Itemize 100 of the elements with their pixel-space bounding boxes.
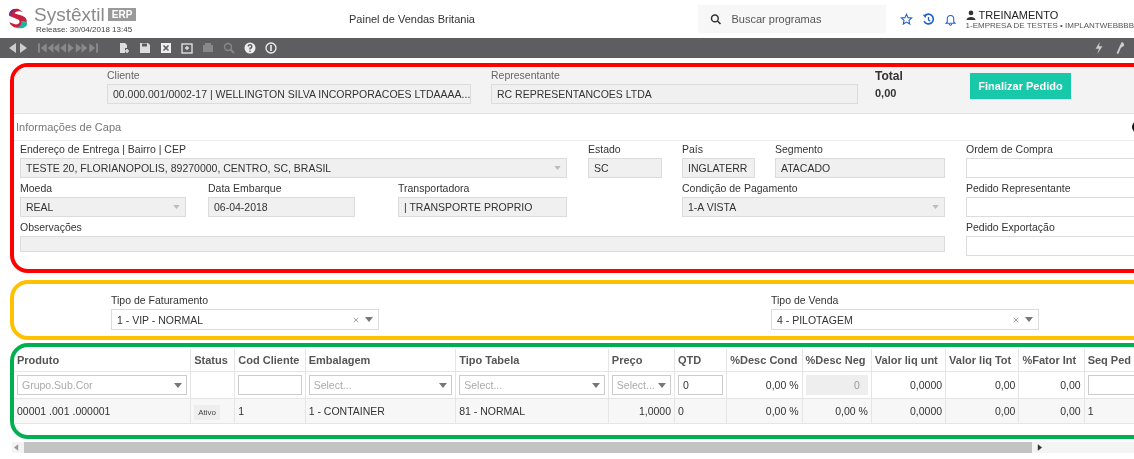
text-field[interactable]: 06-04-2018 [208,197,355,217]
field-label: Representante [491,69,561,82]
filter-value: 0,00 % [764,379,799,391]
field-label: Ordem de Compra [966,143,1054,156]
table-cell: 0 [678,405,684,417]
table-cell: 0,00 [1060,405,1081,417]
user-icon [965,9,976,20]
column-header[interactable]: Cod Cliente [234,349,306,372]
column-header[interactable]: Embalagem [305,349,456,372]
clear-icon[interactable] [1013,316,1019,323]
field-label: Tipo de Venda [771,294,840,307]
column-header[interactable]: Valor liq unt [871,349,946,372]
column-header[interactable]: Preço [608,349,675,372]
bell-icon[interactable] [943,12,957,26]
column-header[interactable]: Tipo Tabela [455,349,609,372]
field-label: Observações [20,221,83,234]
filter-input[interactable]: 0 [678,375,724,395]
select-field[interactable]: 1-A VISTA [682,197,945,217]
column-header[interactable]: QTD [674,349,727,372]
input-field[interactable] [966,236,1134,256]
help-icon[interactable] [244,42,256,54]
field-label: Pedido Exportação [966,221,1056,234]
clear-icon[interactable] [353,316,359,323]
caret-icon [1025,317,1033,322]
input-field[interactable] [966,158,1134,178]
release-date: Release: 30/04/2018 13:45 [36,24,134,34]
table-cell: 0,00 [994,405,1016,417]
search-icon [709,12,722,26]
total-value: 0,00 [875,87,898,99]
representative-field[interactable]: RC REPRESENTANCOES LTDA [491,84,858,104]
select-field[interactable]: 1 - VIP - NORMAL [111,309,379,330]
select-field[interactable]: TESTE 20, FLORIANOPOLIS, 89270000, CENTRO, SC, BRASIL [20,158,567,178]
text-field[interactable]: INGLATERR [682,158,755,178]
save-icon[interactable] [139,42,151,54]
column-header[interactable]: %Fator Int [1018,349,1085,372]
column-header[interactable]: Status [190,349,235,372]
total-label: Total [875,69,904,83]
lightning-icon[interactable] [1093,42,1105,54]
field-label: Endereço de Entrega | Bairro | CEP [20,143,187,156]
field-label: Cliente [107,69,141,82]
history-icon[interactable] [921,12,935,26]
table-cell: 1,0000 [638,405,672,417]
caret-icon [932,205,939,209]
caret-icon [591,382,600,388]
print-icon [202,42,214,54]
scroll-right-icon[interactable] [1037,444,1042,451]
filter-field: 0 [805,375,868,395]
caret-icon [439,382,448,388]
record-navigation-icon [37,42,99,54]
export-icon[interactable] [181,42,193,54]
filter-value: 0,0000 [909,379,943,391]
caret-icon [554,166,561,170]
logo-text: Systêxtil [34,4,105,25]
filter-input[interactable] [238,375,302,395]
column-header[interactable]: %Desc Neg [802,349,872,372]
text-field[interactable] [20,236,945,252]
field-label: Data Embarque [208,182,283,195]
star-icon[interactable] [899,12,913,26]
user-name[interactable]: TREINAMENTO [978,8,1059,21]
column-header[interactable]: %Desc Cond [726,349,803,372]
caret-icon [173,205,180,209]
horizontal-scrollbar[interactable] [12,442,1134,453]
field-label: País [682,143,704,156]
client-select[interactable]: 00.000.001/0002-17 | WELLINGTON SILVA INCORPORACOES LTDAAAA... [107,84,471,104]
scroll-left-icon[interactable] [14,444,19,451]
field-label: Pedido Representante [966,182,1072,195]
table-cell: 1 [1087,405,1094,417]
table-cell: 1 - CONTAINER [308,405,385,417]
table-cell: 00001 .001 .000001 [17,405,111,417]
caret-icon [174,382,183,388]
field-label: Segmento [775,143,824,156]
status-badge: Ativo [194,405,220,420]
zoom-icon [223,42,235,54]
table-cell: 0,00 % [765,405,799,417]
field-label: Condição de Pagamento [682,182,799,195]
wrench-icon[interactable] [1114,42,1126,54]
info-icon[interactable] [265,42,277,54]
new-document-icon[interactable] [118,42,130,54]
text-field[interactable]: SC [588,158,662,178]
table-cell: 81 - NORMAL [459,405,526,417]
table-cell: 1 [238,405,245,417]
logo-badge: ERP [107,8,137,21]
field-label: Estado [588,143,622,156]
select-field[interactable]: REAL [20,197,186,217]
back-forward-icon[interactable] [8,42,28,54]
input-field[interactable] [966,197,1134,217]
field-label: Moeda [20,182,54,195]
text-field[interactable]: ATACADO [775,158,945,178]
caret-icon [658,382,667,388]
filter-value: 0,00 [1059,379,1081,391]
company-name: 1-EMPRESA DE TESTES • IMPLANTWEBBBB [965,20,1134,30]
search-bar[interactable]: Buscar programas [697,5,886,33]
filter-input[interactable] [1087,375,1134,395]
column-header[interactable]: Produto [14,349,191,372]
search-field[interactable]: Buscar programas [729,12,874,26]
column-header[interactable]: Valor liq Tot [945,349,1019,372]
select-field[interactable]: 4 - PILOTAGEM [771,309,1039,330]
close-icon[interactable] [160,42,172,54]
table-cell: 0,00 % [835,405,868,417]
text-field[interactable]: | TRANSPORTE PROPRIO [398,197,567,217]
